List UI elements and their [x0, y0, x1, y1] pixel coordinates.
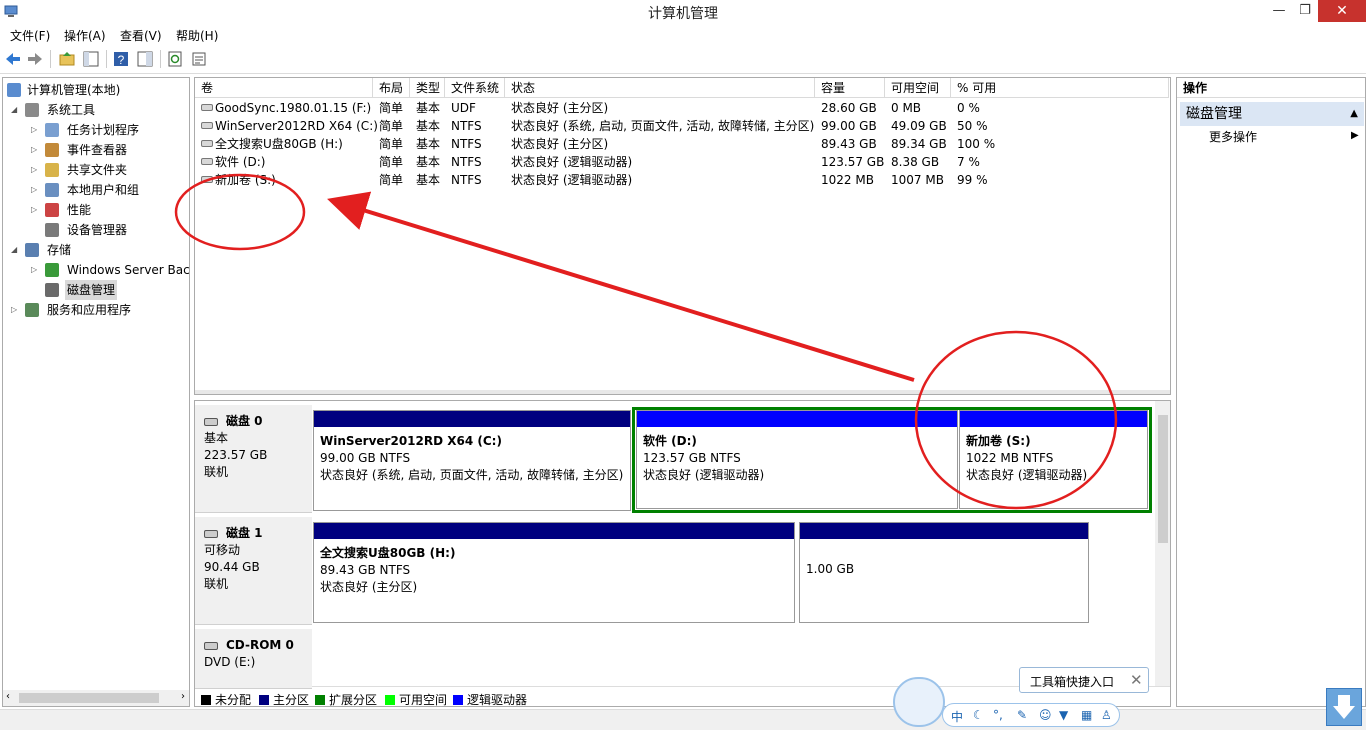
- annotation-overlay: [174, 173, 1118, 510]
- annotation-circle-map: [914, 330, 1118, 510]
- annotation-arrow: [327, 191, 915, 382]
- annotation-circle-list: [174, 173, 306, 251]
